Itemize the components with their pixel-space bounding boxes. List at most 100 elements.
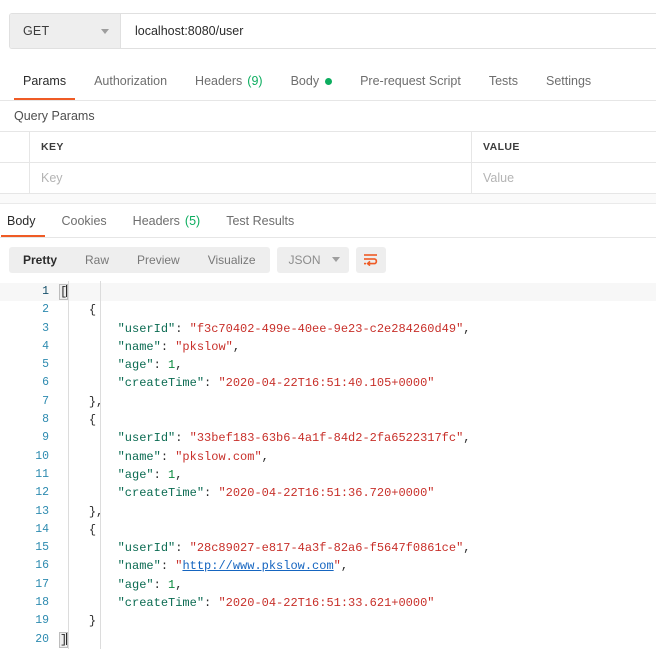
code-line[interactable]: 9 "userId": "33bef183-63b6-4a1f-84d2-2fa… [0, 429, 656, 447]
code-text: ] [60, 631, 656, 649]
code-text: "age": 1, [60, 466, 656, 484]
tab-settings[interactable]: Settings [532, 62, 605, 100]
code-text: { [60, 301, 656, 319]
response-tab-cookies-label: Cookies [62, 214, 107, 228]
code-line[interactable]: 16 "name": "http://www.pkslow.com", [0, 557, 656, 575]
line-number: 9 [0, 429, 60, 447]
code-line[interactable]: 17 "age": 1, [0, 576, 656, 594]
view-preview-label: Preview [137, 253, 180, 267]
tab-params[interactable]: Params [9, 62, 80, 100]
response-tabs: Body Cookies Headers (5) Test Results [0, 204, 656, 238]
query-params-header-key-cell: KEY [30, 132, 472, 162]
response-tab-body[interactable]: Body [1, 204, 49, 237]
request-bar: GET localhost:8080/user [0, 0, 656, 62]
tab-pre-request-script[interactable]: Pre-request Script [346, 62, 475, 100]
line-number: 6 [0, 374, 60, 392]
tab-headers-count: (9) [247, 74, 262, 88]
request-url-input[interactable]: localhost:8080/user [121, 14, 656, 48]
tab-settings-label: Settings [546, 74, 591, 88]
line-number: 8 [0, 411, 60, 429]
line-number: 15 [0, 539, 60, 557]
code-text: }, [60, 393, 656, 411]
code-line[interactable]: 4 "name": "pkslow", [0, 338, 656, 356]
param-key-input[interactable]: Key [30, 163, 472, 193]
view-raw-label: Raw [85, 253, 109, 267]
response-view-switcher: Pretty Raw Preview Visualize [9, 247, 270, 273]
code-line[interactable]: 10 "name": "pkslow.com", [0, 448, 656, 466]
request-tabs: Params Authorization Headers (9) Body Pr… [0, 62, 656, 101]
code-text: { [60, 411, 656, 429]
word-wrap-icon [363, 253, 378, 266]
line-number: 17 [0, 576, 60, 594]
view-raw-button[interactable]: Raw [71, 247, 123, 273]
http-method-label: GET [23, 24, 49, 38]
query-params-header-value-cell: VALUE [472, 132, 656, 162]
code-line[interactable]: 14 { [0, 521, 656, 539]
code-line[interactable]: 7 }, [0, 393, 656, 411]
tab-pre-request-script-label: Pre-request Script [360, 74, 461, 88]
tab-authorization-label: Authorization [94, 74, 167, 88]
code-text: "age": 1, [60, 576, 656, 594]
response-tab-test-results-label: Test Results [226, 214, 294, 228]
tab-params-label: Params [23, 74, 66, 88]
line-number: 12 [0, 484, 60, 502]
tab-authorization[interactable]: Authorization [80, 62, 181, 100]
response-tab-headers-count: (5) [185, 214, 200, 228]
response-tab-cookies[interactable]: Cookies [49, 204, 120, 237]
chevron-down-icon [101, 29, 109, 34]
query-params-header-check-cell [0, 132, 30, 162]
line-number: 7 [0, 393, 60, 411]
code-text: "name": "pkslow", [60, 338, 656, 356]
view-pretty-button[interactable]: Pretty [9, 247, 71, 273]
query-params-table: KEY VALUE Key Value [0, 131, 656, 194]
code-text: "name": "pkslow.com", [60, 448, 656, 466]
chevron-down-icon [332, 257, 340, 262]
view-preview-button[interactable]: Preview [123, 247, 194, 273]
code-line[interactable]: 2 { [0, 301, 656, 319]
query-params-title: Query Params [0, 101, 656, 131]
tab-headers-label: Headers [195, 74, 242, 88]
response-tab-headers-label: Headers [133, 214, 180, 228]
code-line[interactable]: 20] [0, 631, 656, 649]
code-line[interactable]: 11 "age": 1, [0, 466, 656, 484]
code-line[interactable]: 18 "createTime": "2020-04-22T16:51:33.62… [0, 594, 656, 612]
http-method-select[interactable]: GET [10, 14, 121, 48]
response-language-label: JSON [289, 253, 321, 267]
line-number: 5 [0, 356, 60, 374]
tab-body[interactable]: Body [277, 62, 347, 100]
code-text: "userId": "f3c70402-499e-40ee-9e23-c2e28… [60, 320, 656, 338]
code-line[interactable]: 15 "userId": "28c89027-e817-4a3f-82a6-f5… [0, 539, 656, 557]
code-text: "userId": "33bef183-63b6-4a1f-84d2-2fa65… [60, 429, 656, 447]
code-text: "age": 1, [60, 356, 656, 374]
code-line[interactable]: 5 "age": 1, [0, 356, 656, 374]
tab-headers[interactable]: Headers (9) [181, 62, 277, 100]
line-number: 13 [0, 503, 60, 521]
row-checkbox-cell[interactable] [0, 163, 30, 193]
response-tab-test-results[interactable]: Test Results [213, 204, 307, 237]
response-tab-headers[interactable]: Headers (5) [120, 204, 214, 237]
code-line[interactable]: 1[ [0, 283, 656, 301]
response-tab-body-label: Body [7, 214, 36, 228]
line-number: 1 [0, 283, 60, 301]
view-visualize-label: Visualize [208, 253, 256, 267]
response-format-toolbar: Pretty Raw Preview Visualize JSON [0, 238, 656, 281]
code-text: }, [60, 503, 656, 521]
tab-tests[interactable]: Tests [475, 62, 532, 100]
view-visualize-button[interactable]: Visualize [194, 247, 270, 273]
code-line[interactable]: 13 }, [0, 503, 656, 521]
code-line[interactable]: 12 "createTime": "2020-04-22T16:51:36.72… [0, 484, 656, 502]
param-value-input[interactable]: Value [472, 163, 656, 193]
query-params-spacer [0, 194, 656, 204]
word-wrap-button[interactable] [356, 247, 386, 273]
code-text: "userId": "28c89027-e817-4a3f-82a6-f5647… [60, 539, 656, 557]
code-line[interactable]: 19 } [0, 612, 656, 630]
code-line[interactable]: 8 { [0, 411, 656, 429]
response-language-select[interactable]: JSON [277, 247, 349, 273]
code-text: [ [60, 283, 656, 301]
response-body-editor[interactable]: 1[2 {3 "userId": "f3c70402-499e-40ee-9e2… [0, 281, 656, 649]
line-number: 16 [0, 557, 60, 575]
line-number: 10 [0, 448, 60, 466]
code-line[interactable]: 3 "userId": "f3c70402-499e-40ee-9e23-c2e… [0, 320, 656, 338]
code-line[interactable]: 6 "createTime": "2020-04-22T16:51:40.105… [0, 374, 656, 392]
tab-body-label: Body [291, 74, 320, 88]
